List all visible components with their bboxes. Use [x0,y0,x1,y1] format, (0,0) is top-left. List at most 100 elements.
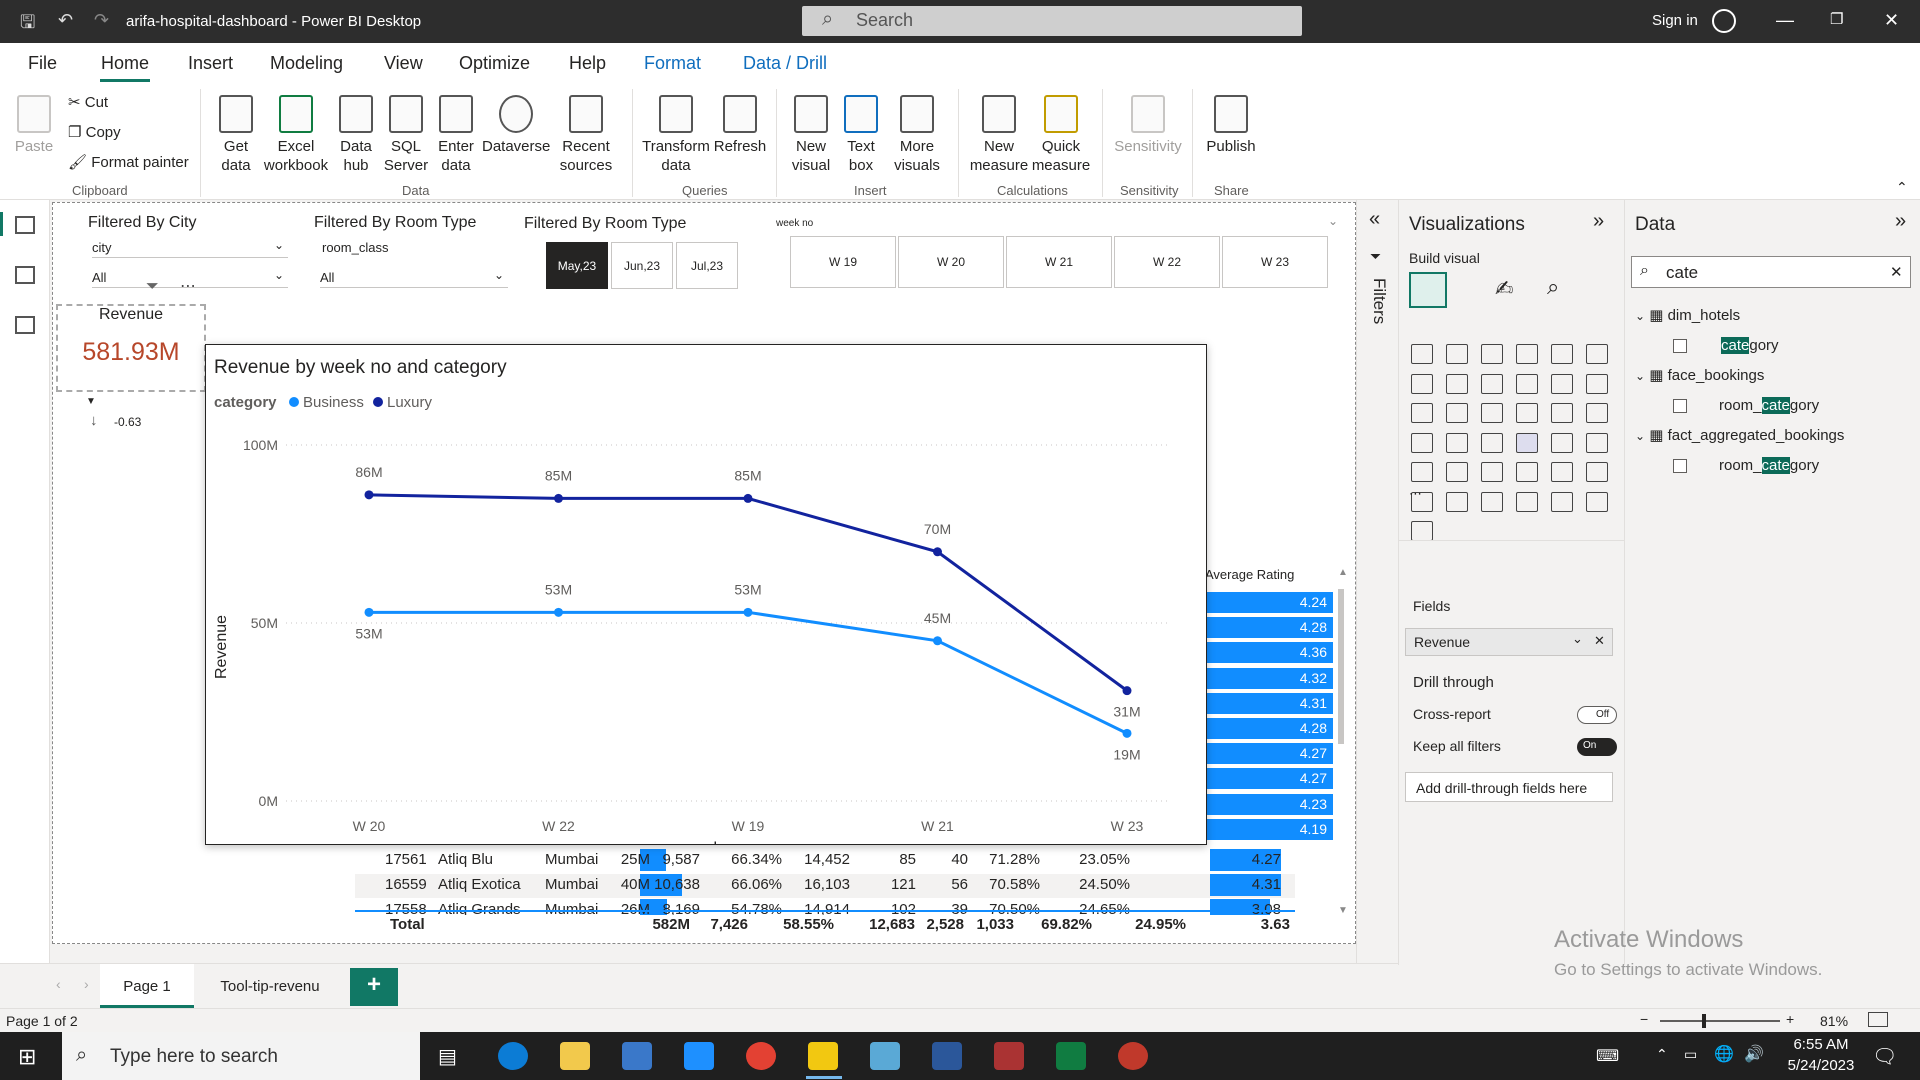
tile-w22[interactable]: W 22 [1114,236,1220,288]
clock-time[interactable]: 6:55 AM [1786,1036,1856,1053]
dataverse-button[interactable]: Dataverse [482,95,550,156]
stacked-column-icon[interactable] [1446,344,1468,364]
table-node-dim_hotels[interactable]: ⌄ ▦ dim_hotels [1635,306,1740,324]
waterfall-icon[interactable] [1411,403,1433,423]
app-icon[interactable] [870,1042,900,1070]
collapse-chevron-icon[interactable]: » [1593,210,1604,233]
slicer-room-type-dropdown[interactable]: All ⌄ [320,266,508,288]
analytics-icon[interactable]: ⌕ [1547,274,1559,300]
clock-date[interactable]: 5/24/2023 [1778,1057,1864,1074]
tab-help[interactable]: Help [569,53,606,74]
scroll-down-icon[interactable]: ▼ [1338,905,1348,916]
new-measure-button[interactable]: New measure [968,95,1030,175]
format-painter-button[interactable]: 🖌 Format painter [68,153,189,171]
page-tab-page-1[interactable]: Page 1 [100,964,194,1008]
tile-w23[interactable]: W 23 [1222,236,1328,288]
revenue-field-well[interactable]: Revenue ⌄ ✕ [1405,628,1613,656]
power-automate-icon[interactable] [1411,521,1433,541]
stacked-area-icon[interactable] [1481,373,1503,394]
refresh-button[interactable]: Refresh [712,95,768,156]
r-visual-icon[interactable] [1516,462,1538,482]
remove-field-icon[interactable]: ✕ [1594,633,1605,649]
text-box-button[interactable]: Text box [838,95,884,175]
excel-icon[interactable] [1056,1042,1086,1070]
field-category[interactable]: room_category [1719,457,1819,474]
snipping-tool-icon[interactable] [1118,1042,1148,1070]
tile-jul-23[interactable]: Jul,23 [676,242,738,289]
chevron-down-icon[interactable]: ⌄ [1572,631,1583,647]
tab-format[interactable]: Format [644,53,701,74]
filters-pane-collapsed[interactable]: « ⏷ Filters [1356,200,1398,965]
data-hub-button[interactable]: Data hub [332,95,380,175]
keep-filters-toggle[interactable]: On [1577,738,1617,756]
taskbar-search-box[interactable]: ⌕ Type here to search [62,1032,420,1080]
power-apps-icon[interactable] [1586,491,1608,512]
zoom-out-icon[interactable]: − [1640,1011,1648,1027]
field-category[interactable]: category [1721,337,1779,354]
card-icon[interactable] [1516,432,1538,453]
volume-icon[interactable]: 🔊 [1744,1044,1764,1064]
transform-data-button[interactable]: Transform data [640,95,712,175]
save-icon[interactable]: 🖫 [20,10,35,40]
table-node-face_bookings[interactable]: ⌄ ▦ face_bookings [1635,366,1764,384]
minimize-icon[interactable]: — [1776,10,1794,31]
field-checkbox[interactable] [1673,399,1687,413]
redo-icon[interactable]: ↷ [94,10,109,31]
mail-icon[interactable] [684,1042,714,1070]
funnel-icon[interactable] [1446,403,1468,423]
sql-server-button[interactable]: SQL Server [382,95,430,175]
zoom-slider-thumb[interactable] [1702,1014,1706,1028]
slicer-city-field[interactable]: city ⌄ [92,236,288,258]
line-clustered-icon[interactable] [1551,373,1573,394]
clear-search-icon[interactable]: ✕ [1890,263,1903,281]
fit-to-page-icon[interactable] [1868,1012,1888,1027]
table-view-icon[interactable] [15,266,35,284]
data-search-input[interactable]: ⌕ cate ✕ [1631,256,1911,288]
treemap-icon[interactable] [1586,403,1608,423]
tile-w20[interactable]: W 20 [898,236,1004,288]
publish-button[interactable]: Publish [1200,95,1262,156]
undo-icon[interactable]: ↶ [58,10,73,31]
enter-data-button[interactable]: Enter data [432,95,480,175]
clustered-bar-icon[interactable] [1481,344,1503,364]
ribbon-icon[interactable] [1586,373,1608,394]
power-bi-icon[interactable] [808,1042,838,1070]
tile-w19[interactable]: W 19 [790,236,896,288]
cross-report-toggle[interactable]: Off [1577,706,1617,724]
winrar-icon[interactable] [994,1042,1024,1070]
key-influencers-icon[interactable] [1586,462,1608,482]
file-explorer-icon[interactable] [560,1042,590,1070]
copy-button[interactable]: ❐ Copy [68,123,121,141]
collapse-ribbon-icon[interactable]: ⌃ [1896,179,1908,196]
revenue-card[interactable]: Revenue 581.93M [56,304,206,392]
100-column-icon[interactable] [1586,344,1608,364]
line-icon[interactable] [1411,373,1433,394]
area-icon[interactable] [1446,373,1468,394]
report-view-icon[interactable] [15,216,35,234]
model-view-icon[interactable] [15,316,35,334]
network-icon[interactable]: 🌐 [1714,1044,1734,1064]
gauge-icon[interactable] [1481,432,1503,453]
more-visuals-button[interactable]: More visuals [886,95,948,175]
paginated-icon[interactable] [1551,491,1573,512]
tab-insert[interactable]: Insert [188,53,233,74]
tile-jun-23[interactable]: Jun,23 [611,242,673,289]
100-bar-icon[interactable] [1551,344,1573,364]
edge-icon[interactable] [498,1042,528,1070]
stacked-bar-icon[interactable] [1411,344,1433,364]
donut-icon[interactable] [1551,403,1573,423]
battery-icon[interactable]: ▭ [1684,1046,1697,1063]
zoom-slider[interactable] [1660,1020,1780,1022]
next-page-icon[interactable]: › [84,976,89,992]
table-scrollbar[interactable] [1338,589,1344,744]
search-box[interactable]: ⌕ Search [802,6,1302,36]
build-visual-tab[interactable] [1409,272,1447,308]
narrative-icon[interactable] [1481,491,1503,512]
recent-sources-button[interactable]: Recent sources [552,95,620,175]
collapse-chevron-icon[interactable]: » [1895,210,1906,233]
tab-optimize[interactable]: Optimize [459,53,530,74]
quick-measure-button[interactable]: Quick measure [1030,95,1092,175]
kpi-icon[interactable] [1586,432,1608,453]
tile-may-23[interactable]: May,23 [546,242,608,289]
prev-page-icon[interactable]: ‹ [56,976,61,992]
